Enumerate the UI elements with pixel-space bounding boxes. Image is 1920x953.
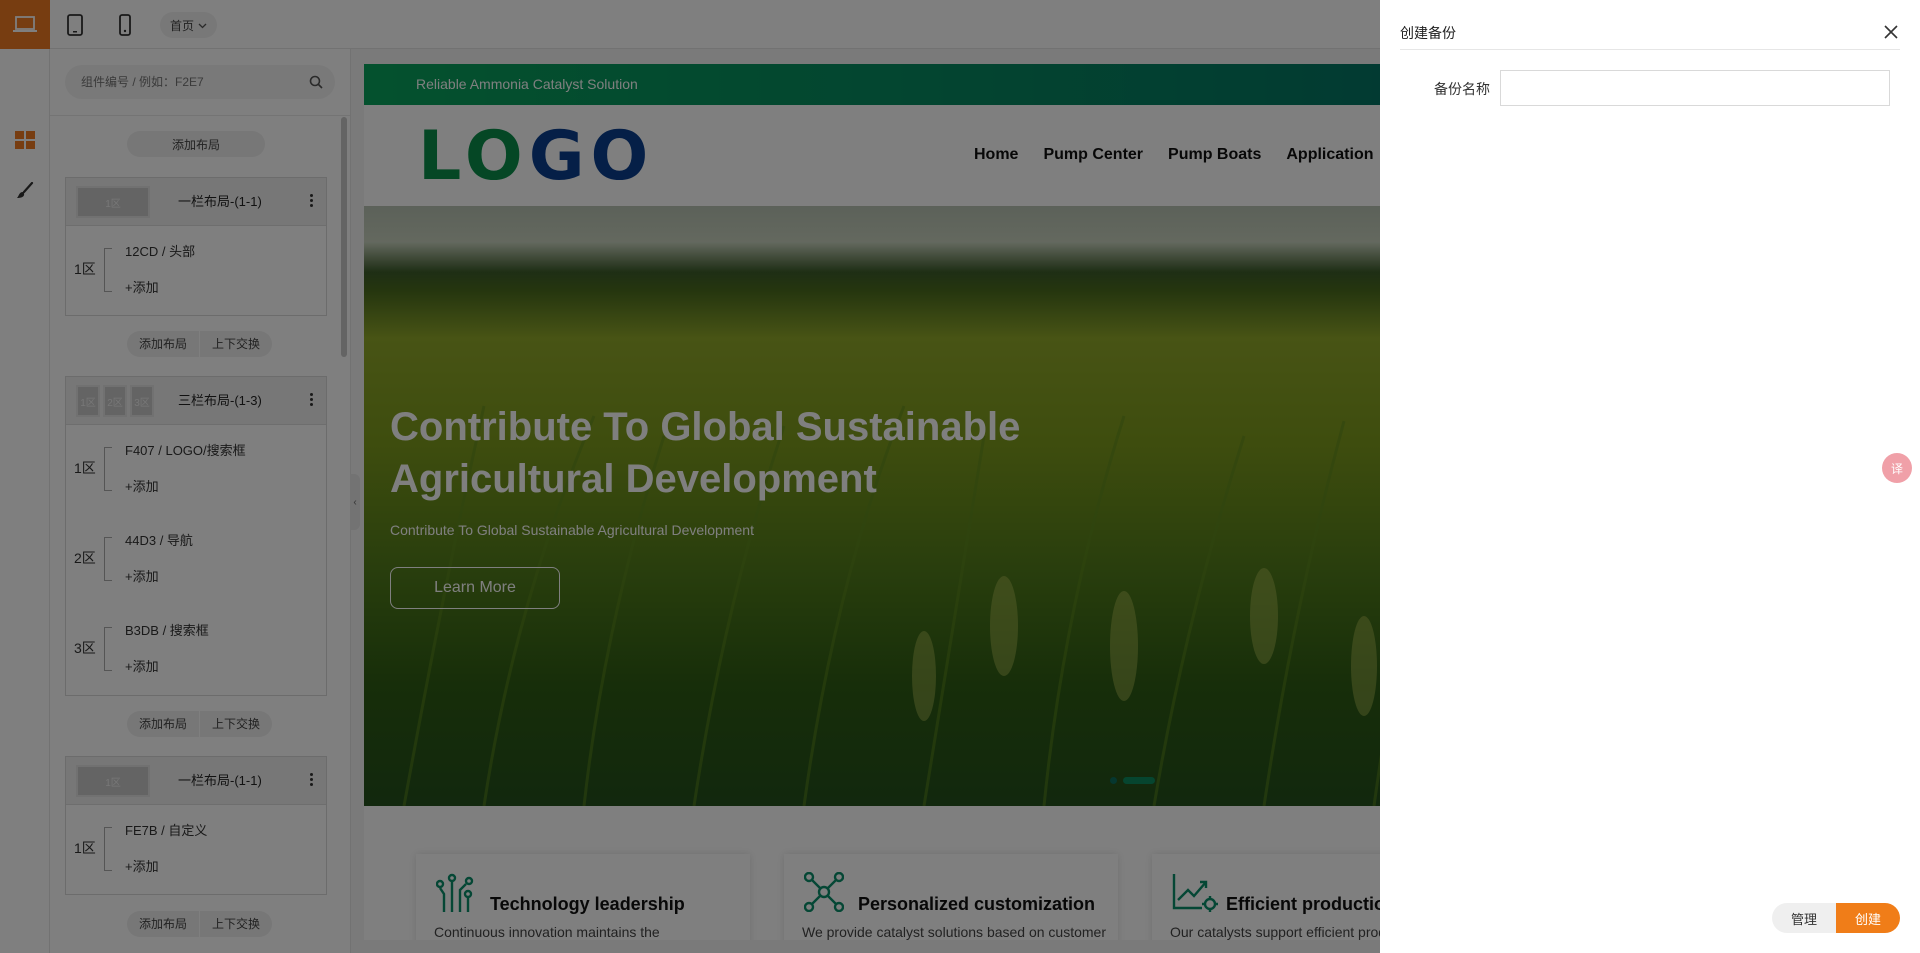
modal-overlay[interactable]: [0, 0, 1380, 953]
manage-button[interactable]: 管理: [1772, 903, 1836, 933]
close-icon[interactable]: [1881, 22, 1901, 42]
create-button[interactable]: 创建: [1836, 903, 1900, 933]
translate-icon[interactable]: 译: [1882, 453, 1912, 483]
backup-name-input[interactable]: [1500, 70, 1890, 106]
create-backup-drawer: 创建备份 备份名称 管理 创建: [1380, 0, 1920, 953]
drawer-title: 创建备份: [1400, 25, 1456, 41]
divider: [1400, 49, 1900, 50]
backup-name-label: 备份名称: [1434, 81, 1490, 97]
